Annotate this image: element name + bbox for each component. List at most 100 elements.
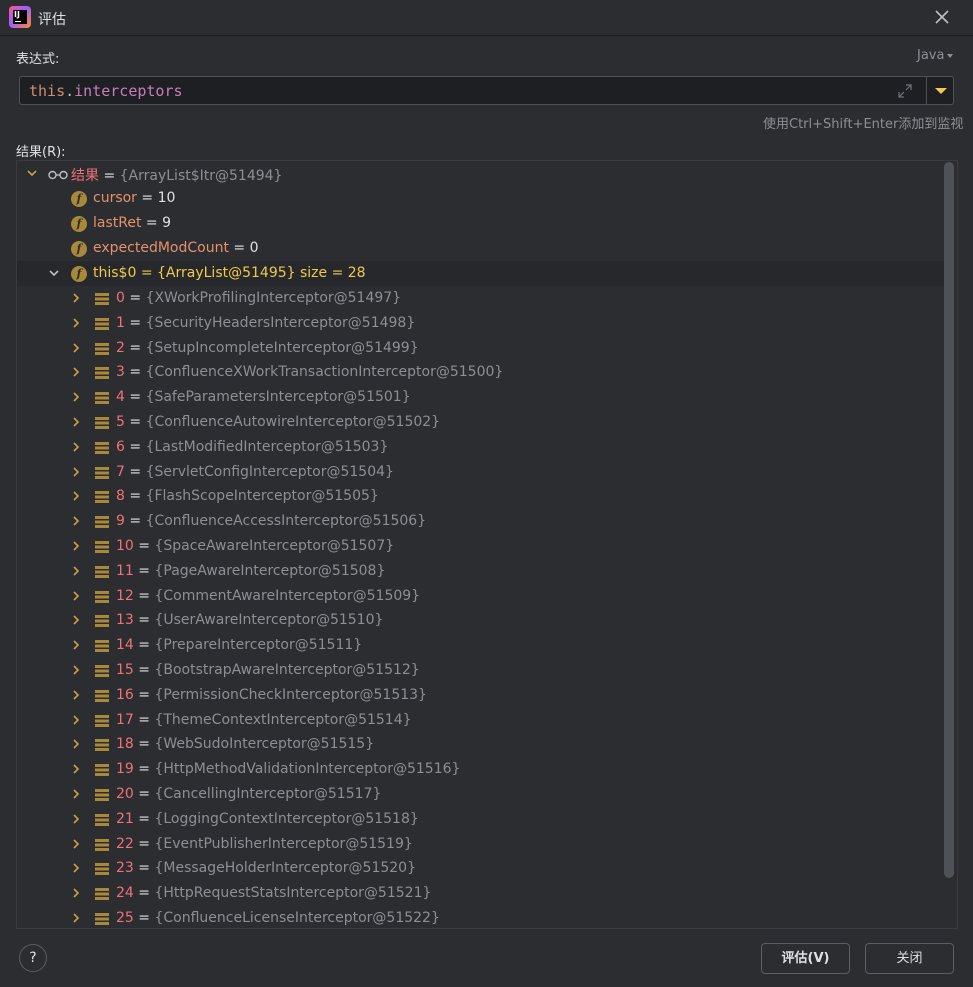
chevron-right-icon[interactable] xyxy=(71,913,81,923)
chevron-right-icon[interactable] xyxy=(71,392,81,402)
list-item[interactable]: 8 = {FlashScopeInterceptor@51505} xyxy=(17,484,945,509)
chevron-right-icon[interactable] xyxy=(71,343,81,353)
chevron-right-icon[interactable] xyxy=(71,566,81,576)
item-index: 22 xyxy=(116,835,134,852)
array-element-icon xyxy=(95,293,109,305)
item-value: {SafeParametersInterceptor@51501} xyxy=(145,389,411,406)
help-button[interactable]: ? xyxy=(19,944,47,972)
tree-row-root[interactable]: 结果 = {ArrayList$Itr@51494} xyxy=(17,161,945,186)
list-item[interactable]: 23 = {MessageHolderInterceptor@51520} xyxy=(17,856,945,881)
list-item[interactable]: 17 = {ThemeContextInterceptor@51514} xyxy=(17,708,945,733)
list-item[interactable]: 3 = {ConfluenceXWorkTransactionIntercept… xyxy=(17,360,945,385)
chevron-right-icon[interactable] xyxy=(71,442,81,452)
item-index: 23 xyxy=(116,860,134,877)
field-name: lastRet xyxy=(93,215,142,231)
item-value: {PrepareInterceptor@51511} xyxy=(154,637,363,654)
chevron-right-icon[interactable] xyxy=(71,665,81,675)
list-item[interactable]: 20 = {CancellingInterceptor@51517} xyxy=(17,782,945,807)
chevron-right-icon[interactable] xyxy=(71,367,81,377)
list-item[interactable]: 25 = {ConfluenceLicenseInterceptor@51522… xyxy=(17,906,945,928)
list-item[interactable]: 7 = {ServletConfigInterceptor@51504} xyxy=(17,460,945,485)
item-value: {SecurityHeadersInterceptor@51498} xyxy=(145,314,416,331)
outer-value: {ArrayList@51495} xyxy=(157,265,296,281)
list-item[interactable]: 0 = {XWorkProfilingInterceptor@51497} xyxy=(17,286,945,311)
item-value: {BootstrapAwareInterceptor@51512} xyxy=(154,662,420,678)
chevron-down-icon[interactable] xyxy=(27,168,37,178)
list-item[interactable]: 1 = {SecurityHeadersInterceptor@51498} xyxy=(17,311,945,336)
chevron-right-icon[interactable] xyxy=(71,491,81,501)
chevron-right-icon[interactable] xyxy=(71,888,81,898)
chevron-right-icon[interactable] xyxy=(71,541,81,551)
chevron-right-icon[interactable] xyxy=(71,615,81,625)
list-item[interactable]: 13 = {UserAwareInterceptor@51510} xyxy=(17,608,945,633)
chevron-right-icon[interactable] xyxy=(71,318,81,328)
chevron-right-icon[interactable] xyxy=(71,516,81,526)
chevron-down-icon[interactable] xyxy=(49,268,59,278)
expression-label: 表达式: xyxy=(16,52,60,67)
chevron-right-icon[interactable] xyxy=(71,467,81,477)
close-button[interactable]: 关闭 xyxy=(865,943,954,974)
item-value: {MessageHolderInterceptor@51520} xyxy=(154,860,416,877)
result-tree[interactable]: 结果 = {ArrayList$Itr@51494} f cursor = 10… xyxy=(16,160,958,929)
chevron-right-icon[interactable] xyxy=(71,417,81,427)
list-item[interactable]: 18 = {WebSudoInterceptor@51515} xyxy=(17,732,945,757)
list-item[interactable]: 24 = {HttpRequestStatsInterceptor@51521} xyxy=(17,881,945,906)
list-item[interactable]: 11 = {PageAwareInterceptor@51508} xyxy=(17,559,945,584)
tree-row-field[interactable]: f expectedModCount = 0 xyxy=(17,236,945,261)
tree-row-outer[interactable]: f this$0 = {ArrayList@51495} size = 28 xyxy=(17,261,945,286)
list-item[interactable]: 16 = {PermissionCheckInterceptor@51513} xyxy=(17,683,945,708)
chevron-right-icon[interactable] xyxy=(71,764,81,774)
history-dropdown-button[interactable] xyxy=(926,76,954,105)
expand-icon[interactable] xyxy=(897,83,913,99)
scrollbar-thumb[interactable] xyxy=(944,162,954,878)
expression-dot: . xyxy=(65,82,75,100)
close-icon[interactable] xyxy=(932,7,952,27)
array-element-icon xyxy=(95,863,109,876)
chevron-right-icon[interactable] xyxy=(71,640,81,650)
list-item[interactable]: 22 = {EventPublisherInterceptor@51519} xyxy=(17,832,945,857)
chevron-right-icon[interactable] xyxy=(71,739,81,749)
list-item[interactable]: 9 = {ConfluenceAccessInterceptor@51506} xyxy=(17,509,945,534)
array-element-icon xyxy=(95,417,109,429)
item-index: 0 xyxy=(116,290,125,306)
chevron-right-icon[interactable] xyxy=(71,715,81,725)
list-item[interactable]: 5 = {ConfluenceAutowireInterceptor@51502… xyxy=(17,410,945,435)
list-item[interactable]: 12 = {CommentAwareInterceptor@51509} xyxy=(17,584,945,609)
list-item[interactable]: 4 = {SafeParametersInterceptor@51501} xyxy=(17,385,945,410)
expression-field: interceptors xyxy=(74,82,183,100)
item-value: {ThemeContextInterceptor@51514} xyxy=(154,711,412,728)
list-item[interactable]: 15 = {BootstrapAwareInterceptor@51512} xyxy=(17,658,945,683)
expression-input[interactable]: this.interceptors xyxy=(19,76,927,105)
item-index: 2 xyxy=(116,339,125,356)
expression-text[interactable]: this.interceptors xyxy=(29,82,183,100)
tree-row-field[interactable]: f cursor = 10 xyxy=(17,186,945,211)
chevron-right-icon[interactable] xyxy=(71,789,81,799)
array-element-icon xyxy=(95,516,109,529)
list-item[interactable]: 10 = {SpaceAwareInterceptor@51507} xyxy=(17,534,945,559)
result-label: 结果(R): xyxy=(16,145,66,160)
add-to-watches-hint: 使用Ctrl+Shift+Enter添加到监视 xyxy=(763,117,964,132)
chevron-right-icon[interactable] xyxy=(71,690,81,700)
item-value: {ConfluenceXWorkTransactionInterceptor@5… xyxy=(145,364,504,381)
item-index: 3 xyxy=(116,364,125,381)
list-item[interactable]: 19 = {HttpMethodValidationInterceptor@51… xyxy=(17,757,945,782)
language-select[interactable]: Java xyxy=(917,48,954,63)
list-item[interactable]: 6 = {LastModifiedInterceptor@51503} xyxy=(17,435,945,460)
list-item[interactable]: 21 = {LoggingContextInterceptor@51518} xyxy=(17,807,945,832)
chevron-right-icon[interactable] xyxy=(71,839,81,849)
title-divider xyxy=(0,35,973,36)
chevron-right-icon[interactable] xyxy=(71,863,81,873)
tree-row-field[interactable]: f lastRet = 9 xyxy=(17,211,945,236)
item-value: {HttpMethodValidationInterceptor@51516} xyxy=(154,761,461,778)
array-element-icon xyxy=(95,913,109,925)
intellij-idea-icon: IJ xyxy=(9,6,31,28)
list-item[interactable]: 2 = {SetupIncompleteInterceptor@51499} xyxy=(17,336,945,361)
array-element-icon xyxy=(95,541,109,553)
chevron-right-icon[interactable] xyxy=(71,591,81,601)
item-index: 5 xyxy=(116,414,125,430)
chevron-right-icon[interactable] xyxy=(71,293,81,303)
array-element-icon xyxy=(95,392,109,405)
list-item[interactable]: 14 = {PrepareInterceptor@51511} xyxy=(17,633,945,658)
evaluate-button[interactable]: 评估(V) xyxy=(761,943,850,974)
chevron-right-icon[interactable] xyxy=(71,814,81,824)
